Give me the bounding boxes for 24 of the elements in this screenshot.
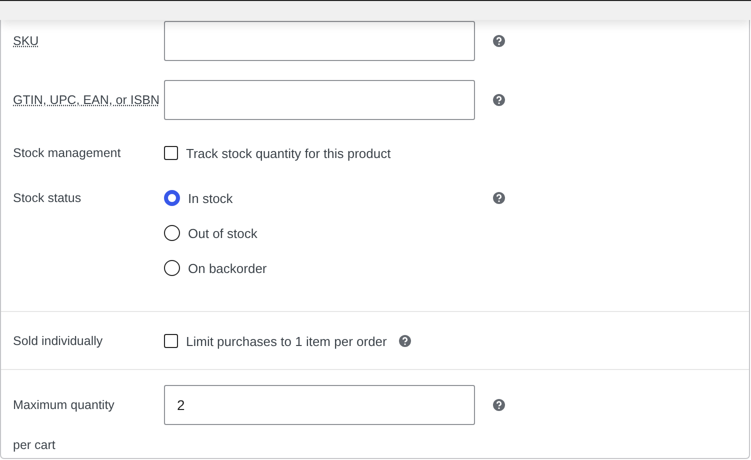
radio-button[interactable]	[164, 190, 180, 206]
radio-button[interactable]	[164, 225, 180, 241]
checkbox[interactable]	[164, 334, 178, 348]
text-field[interactable]	[164, 21, 475, 61]
radio-label[interactable]: Out of stock	[188, 226, 258, 240]
help-icon[interactable]	[493, 192, 505, 204]
help-icon[interactable]	[493, 399, 505, 411]
field-label: Maximum quantity per cart	[12, 397, 116, 454]
field-label: Sold individually	[12, 333, 104, 349]
radio-button[interactable]	[164, 260, 180, 276]
field-label: Stock status	[12, 190, 82, 206]
checkbox[interactable]	[164, 146, 178, 160]
help-icon[interactable]	[493, 35, 505, 47]
text-field[interactable]: 2	[164, 385, 475, 425]
field-label: Stock management	[12, 145, 122, 161]
text-field[interactable]	[164, 80, 475, 120]
help-icon[interactable]	[493, 94, 505, 106]
field-label: GTIN, UPC, EAN, or ISBN	[12, 92, 161, 108]
checkbox-label[interactable]: Limit purchases to 1 item per order	[186, 334, 387, 348]
radio-label[interactable]: In stock	[188, 190, 233, 206]
field-label: SKU	[12, 33, 40, 49]
help-icon[interactable]	[398, 335, 411, 347]
checkbox-label[interactable]: Track stock quantity for this product	[186, 146, 391, 160]
radio-label[interactable]: On backorder	[188, 260, 267, 276]
